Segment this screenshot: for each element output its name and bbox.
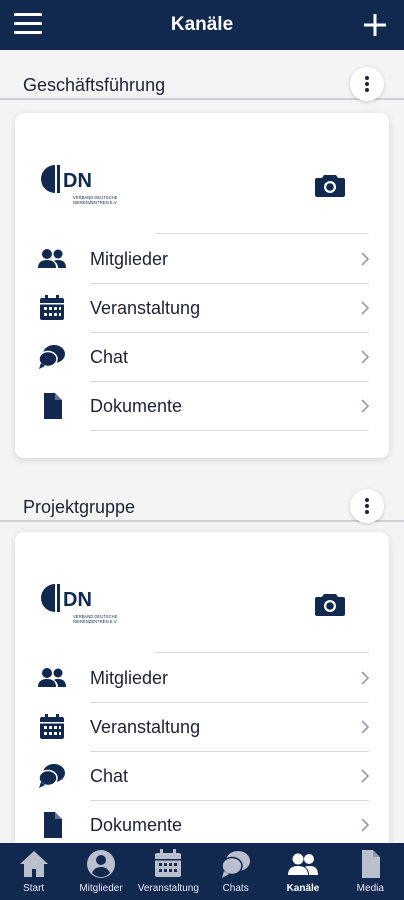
chevron-right-icon bbox=[361, 350, 370, 364]
channel-item-documents[interactable]: Dokumente bbox=[15, 382, 389, 431]
channel-header: Projektgruppe bbox=[0, 472, 404, 523]
chevron-right-icon bbox=[361, 720, 370, 734]
channel-item-events[interactable]: Veranstaltung bbox=[15, 284, 389, 333]
more-vertical-icon bbox=[365, 76, 369, 80]
channel-logo: DN VERBAND DEUTSCHE NIERENZENTREN E.V. bbox=[41, 584, 118, 624]
camera-icon[interactable] bbox=[315, 173, 345, 197]
document-icon bbox=[362, 850, 381, 878]
user-circle-icon bbox=[86, 850, 115, 878]
channel-item-members[interactable]: Mitglieder bbox=[15, 654, 389, 703]
plus-icon bbox=[364, 14, 386, 36]
channel-header: Geschäftsführung bbox=[0, 50, 404, 101]
calendar-icon bbox=[40, 295, 64, 320]
channel-item-documents[interactable]: Dokumente bbox=[15, 801, 389, 843]
chevron-right-icon bbox=[361, 399, 370, 413]
channel-item-chat[interactable]: Chat bbox=[15, 752, 389, 801]
channel-item-label: Veranstaltung bbox=[90, 717, 201, 737]
add-channel-button[interactable] bbox=[360, 10, 390, 40]
chevron-right-icon bbox=[361, 301, 370, 315]
channel-item-label: Mitglieder bbox=[90, 249, 169, 269]
svg-text:DN: DN bbox=[63, 170, 92, 192]
calendar-icon bbox=[40, 714, 64, 739]
channel-item-members[interactable]: Mitglieder bbox=[15, 235, 389, 284]
nav-members[interactable]: Mitglieder bbox=[67, 843, 134, 900]
channel-card: DN VERBAND DEUTSCHE NIERENZENTREN E.V. M… bbox=[15, 532, 389, 843]
channel-item-events[interactable]: Veranstaltung bbox=[15, 703, 389, 752]
chevron-right-icon bbox=[361, 671, 370, 685]
nav-events[interactable]: Veranstaltung bbox=[135, 843, 202, 900]
page-title: Kanäle bbox=[170, 14, 234, 35]
chevron-right-icon bbox=[361, 252, 370, 266]
chat-icon bbox=[38, 764, 65, 788]
channel-name: Projektgruppe bbox=[23, 497, 136, 517]
chat-icon bbox=[220, 851, 250, 878]
chat-icon bbox=[38, 345, 65, 369]
camera-icon[interactable] bbox=[315, 592, 345, 616]
document-icon bbox=[44, 393, 62, 419]
app-header: Kanäle bbox=[0, 0, 404, 50]
calendar-icon bbox=[155, 849, 182, 877]
svg-text:NIERENZENTREN E.V.: NIERENZENTREN E.V. bbox=[73, 619, 117, 624]
channel-item-label: Dokumente bbox=[90, 815, 183, 835]
svg-text:NIERENZENTREN E.V.: NIERENZENTREN E.V. bbox=[73, 200, 117, 205]
nav-channels[interactable]: Kanäle bbox=[269, 843, 336, 900]
channel-options-button[interactable] bbox=[350, 489, 384, 523]
home-icon bbox=[19, 851, 48, 877]
channel-item-label: Veranstaltung bbox=[90, 298, 201, 318]
channel-name: Geschäftsführung bbox=[23, 75, 166, 95]
users-icon bbox=[38, 249, 66, 268]
users-icon bbox=[38, 668, 66, 687]
nav-media[interactable]: Media bbox=[337, 843, 404, 900]
channel-item-label: Chat bbox=[90, 347, 129, 367]
channel-item-label: Mitglieder bbox=[90, 668, 169, 688]
more-vertical-icon bbox=[365, 498, 369, 502]
channel-list[interactable]: Geschäftsführung DN VERBAND DEUTSCHE NIE… bbox=[0, 50, 404, 843]
channel-item-chat[interactable]: Chat bbox=[15, 333, 389, 382]
nav-start[interactable]: Start bbox=[0, 843, 67, 900]
channel-logo: DN VERBAND DEUTSCHE NIERENZENTREN E.V. bbox=[41, 165, 118, 205]
bottom-navigation: Start Mitglieder Veranstaltung Chats Kan… bbox=[0, 843, 404, 900]
svg-text:DN: DN bbox=[63, 589, 92, 611]
channel-item-label: Dokumente bbox=[90, 396, 183, 416]
document-icon bbox=[44, 812, 62, 838]
channel-item-label: Chat bbox=[90, 766, 129, 786]
channel-options-button[interactable] bbox=[350, 67, 384, 101]
chevron-right-icon bbox=[361, 769, 370, 783]
channel-card: DN VERBAND DEUTSCHE NIERENZENTREN E.V. M… bbox=[15, 113, 389, 458]
nav-chats[interactable]: Chats bbox=[202, 843, 269, 900]
users-icon bbox=[287, 853, 318, 875]
chevron-right-icon bbox=[361, 818, 370, 832]
